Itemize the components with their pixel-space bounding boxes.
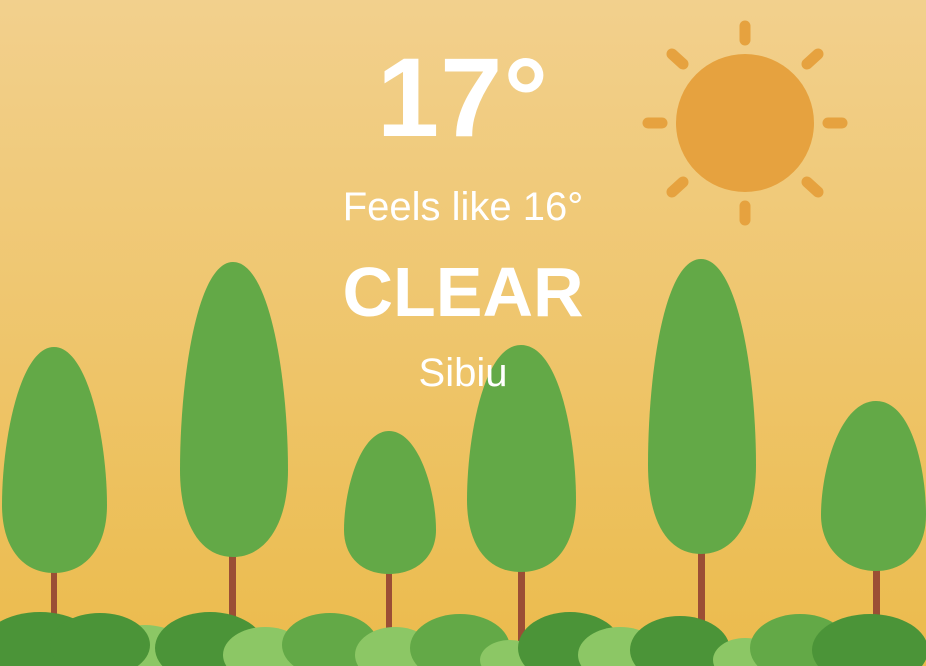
- sun-icon: [642, 20, 848, 226]
- temperature: 17°: [376, 35, 550, 160]
- feels-like: Feels like 16°: [342, 185, 584, 229]
- location-name[interactable]: Sibiu: [313, 348, 613, 398]
- weather-condition: CLEAR: [342, 253, 584, 331]
- weather-scene: 17° Feels like 16° CLEAR Sibiu: [0, 0, 926, 666]
